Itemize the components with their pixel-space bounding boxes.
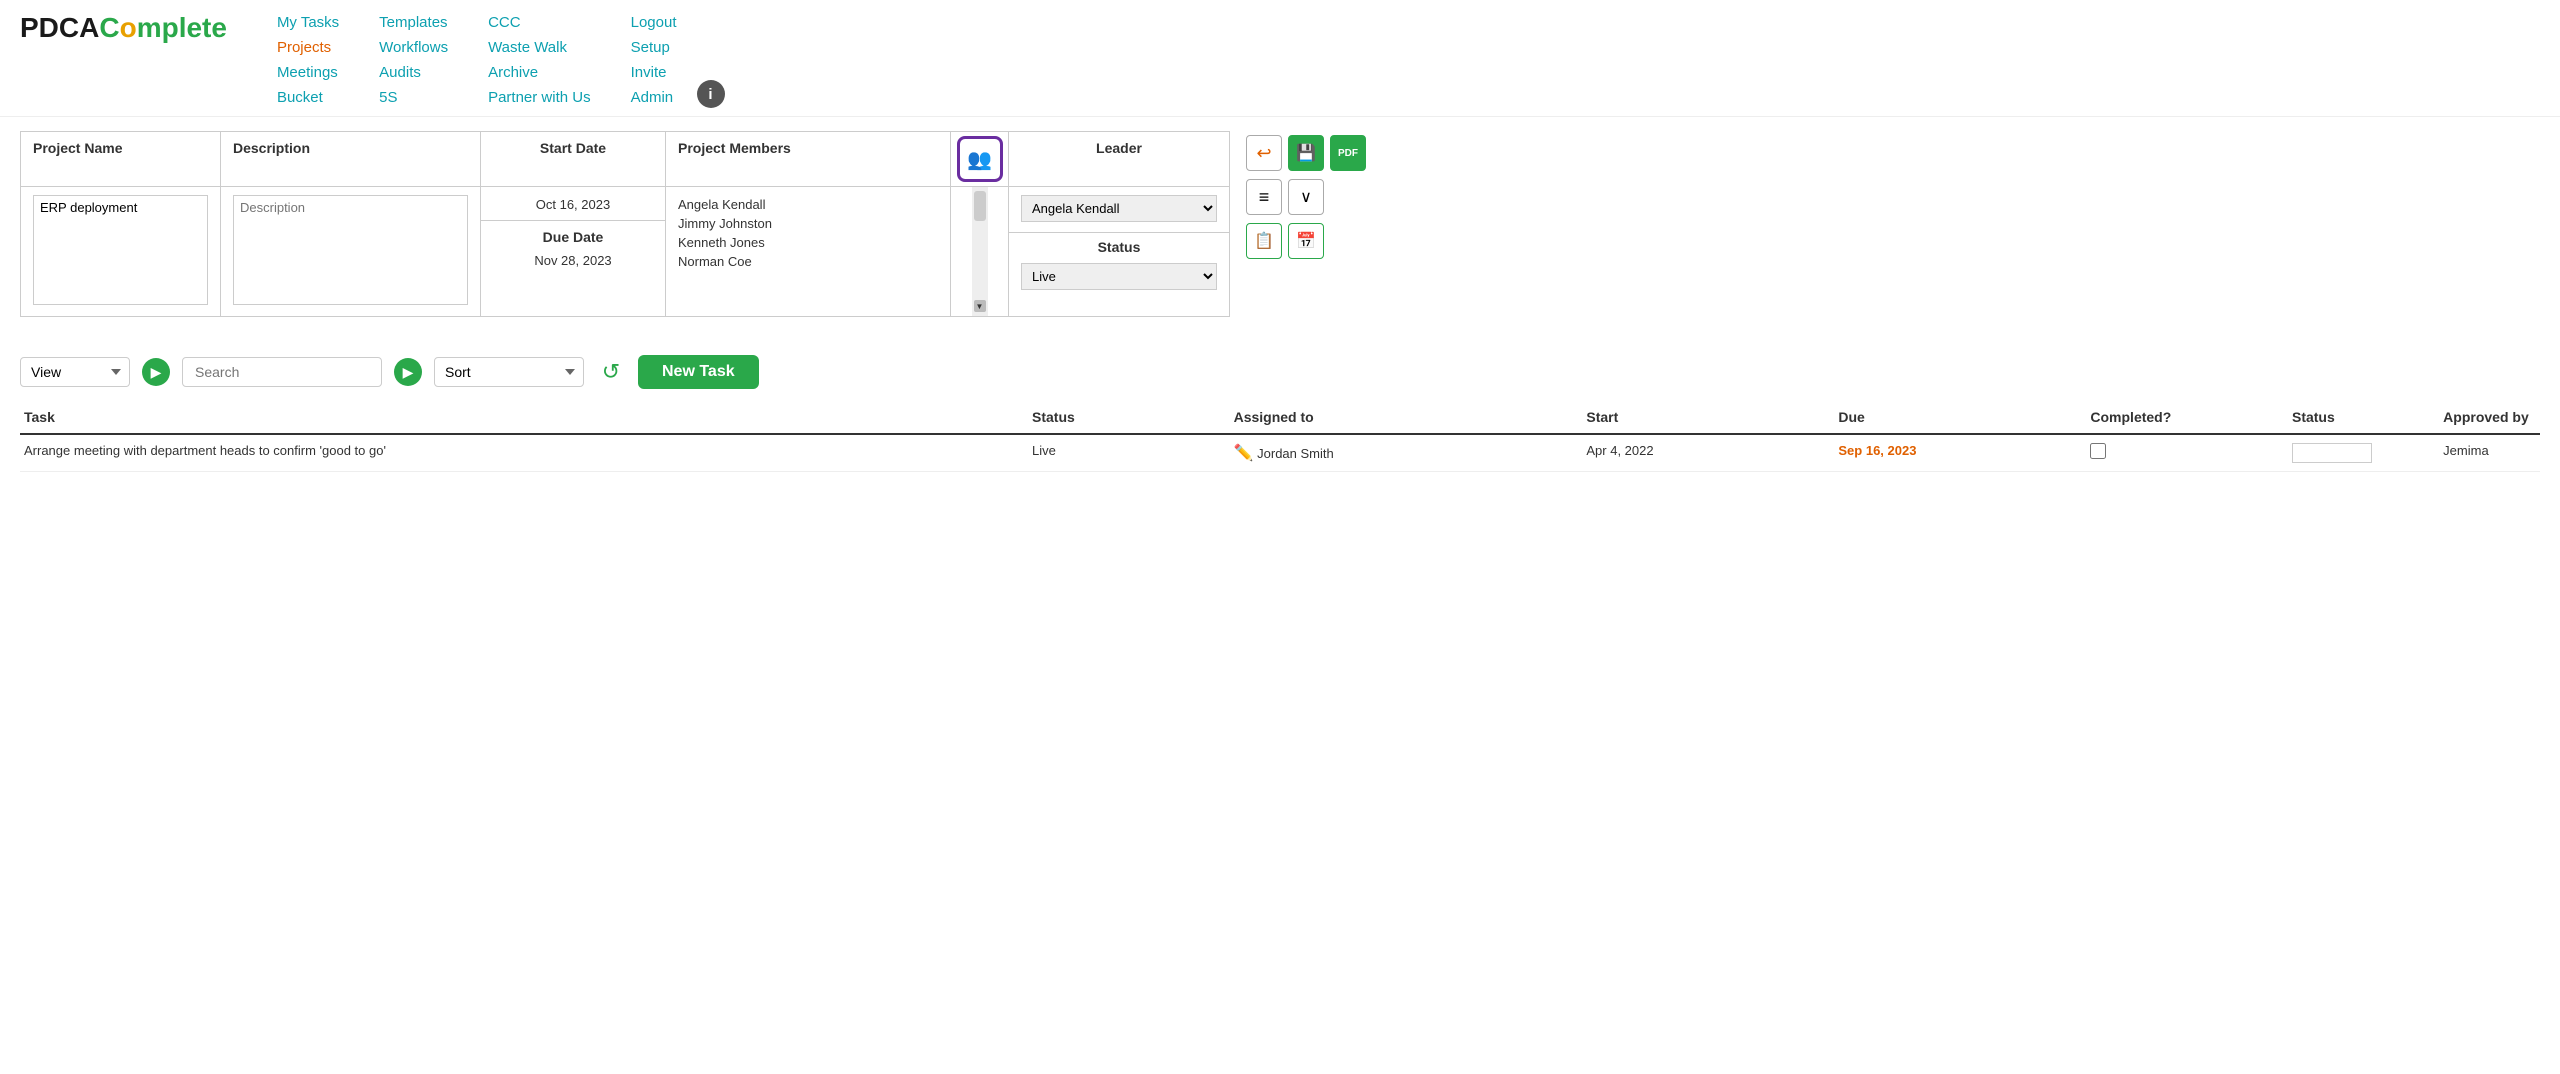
- status2-col-header: Status: [2288, 401, 2439, 434]
- task-table: Task Status Assigned to Start Due Comple…: [20, 401, 2540, 472]
- task-col-header: Task: [20, 401, 1028, 434]
- project-form: Project Name Description Start Date Proj…: [20, 131, 1230, 317]
- action-row-3: 📋 📅: [1246, 223, 1366, 259]
- task-due: Sep 16, 2023: [1834, 434, 2086, 472]
- member-item-3: Kenneth Jones: [678, 233, 938, 252]
- completed-checkbox[interactable]: [2090, 443, 2106, 459]
- approved-col-header: Approved by: [2439, 401, 2540, 434]
- back-button[interactable]: ↩: [1246, 135, 1282, 171]
- nav-bucket[interactable]: Bucket: [277, 87, 339, 108]
- start-col-header: Start: [1582, 401, 1834, 434]
- project-name-input[interactable]: ERP deployment: [33, 195, 208, 305]
- task-completed: [2086, 434, 2288, 472]
- task-status2: [2288, 434, 2439, 472]
- view-select[interactable]: View: [20, 357, 130, 387]
- description-cell: [221, 187, 481, 316]
- status-select-wrap: LiveOn HoldCompleteCancelled: [1009, 259, 1229, 294]
- nav-projects[interactable]: Projects: [277, 37, 339, 58]
- description-input[interactable]: [233, 195, 468, 305]
- nav-my-tasks[interactable]: My Tasks: [277, 12, 339, 33]
- task-status: Live: [1028, 434, 1230, 472]
- nav-meetings[interactable]: Meetings: [277, 62, 339, 83]
- member-item-2: Jimmy Johnston: [678, 214, 938, 233]
- due-date-value: Nov 28, 2023: [481, 249, 665, 278]
- menu-button[interactable]: ≡: [1246, 179, 1282, 215]
- info-icon[interactable]: i: [697, 80, 725, 108]
- start-date-value: Oct 16, 2023: [481, 187, 665, 220]
- status-select[interactable]: LiveOn HoldCompleteCancelled: [1021, 263, 1217, 290]
- description-header: Description: [221, 132, 481, 187]
- due-col-header: Due: [1834, 401, 2086, 434]
- save-button[interactable]: 💾: [1288, 135, 1324, 171]
- leader-status-cell: Angela KendallJimmy JohnstonKenneth Jone…: [1009, 187, 1229, 316]
- members-list: Angela Kendall Jimmy Johnston Kenneth Jo…: [666, 191, 950, 275]
- search-play-button[interactable]: ▶: [394, 358, 422, 386]
- pdf-button[interactable]: PDF: [1330, 135, 1366, 171]
- chevron-down-button[interactable]: ∨: [1288, 179, 1324, 215]
- task-start: Apr 4, 2022: [1582, 434, 1834, 472]
- header: PDCAComplete My Tasks Projects Meetings …: [0, 0, 2560, 117]
- status-label: Status: [1009, 232, 1229, 259]
- nav-templates[interactable]: Templates: [379, 12, 448, 33]
- nav-invite[interactable]: Invite: [631, 62, 677, 83]
- dates-cell: Oct 16, 2023 Due Date Nov 28, 2023: [481, 187, 666, 316]
- action-icons-panel: ↩ 💾 PDF ≡ ∨ 📋 📅: [1240, 131, 1366, 259]
- new-task-button[interactable]: New Task: [638, 355, 759, 389]
- members-icon-data-cell: ▼: [951, 187, 1009, 316]
- members-cell: Angela Kendall Jimmy Johnston Kenneth Jo…: [666, 187, 951, 316]
- member-item-4: Norman Coe: [678, 252, 938, 271]
- project-name-header: Project Name: [21, 132, 221, 187]
- logo-complete: Complete: [99, 12, 227, 43]
- task-controls: View ▶ ▶ Sort ↺ New Task: [0, 335, 2560, 401]
- task-name: Arrange meeting with department heads to…: [20, 434, 1028, 472]
- nav-admin[interactable]: Admin: [631, 87, 677, 108]
- member-item-1: Angela Kendall: [678, 195, 938, 214]
- nav-audits[interactable]: Audits: [379, 62, 448, 83]
- logo: PDCAComplete: [20, 12, 227, 44]
- project-name-cell: ERP deployment: [21, 187, 221, 316]
- nav-5s[interactable]: 5S: [379, 87, 448, 108]
- task-approved-by: Jemima: [2439, 434, 2540, 472]
- refresh-button[interactable]: ↺: [596, 357, 626, 387]
- task-assigned: ✏️ Jordan Smith: [1230, 434, 1583, 472]
- clipboard-button[interactable]: 📋: [1246, 223, 1282, 259]
- logo-o: o: [120, 12, 137, 43]
- project-section: Project Name Description Start Date Proj…: [0, 117, 2560, 317]
- start-date-header: Start Date: [481, 132, 666, 187]
- status-col-header: Status: [1028, 401, 1230, 434]
- leader-select-wrap: Angela KendallJimmy JohnstonKenneth Jone…: [1009, 191, 1229, 224]
- sort-select[interactable]: Sort: [434, 357, 584, 387]
- nav-workflows[interactable]: Workflows: [379, 37, 448, 58]
- nav-logout[interactable]: Logout: [631, 12, 677, 33]
- leader-header: Leader: [1009, 132, 1229, 187]
- action-row-2: ≡ ∨: [1246, 179, 1366, 215]
- leader-select[interactable]: Angela KendallJimmy JohnstonKenneth Jone…: [1021, 195, 1217, 222]
- task-table-section: Task Status Assigned to Start Due Comple…: [0, 401, 2560, 472]
- nav-setup[interactable]: Setup: [631, 37, 677, 58]
- nav-waste-walk[interactable]: Waste Walk: [488, 37, 591, 58]
- table-row: Arrange meeting with department heads to…: [20, 434, 2540, 472]
- edit-icon[interactable]: ✏️: [1234, 445, 1254, 462]
- assigned-name: Jordan Smith: [1257, 446, 1334, 461]
- status2-input[interactable]: [2292, 443, 2372, 463]
- nav-partner-with-us[interactable]: Partner with Us: [488, 87, 591, 108]
- nav-ccc[interactable]: CCC: [488, 12, 591, 33]
- due-date-label: Due Date: [481, 220, 665, 249]
- completed-col-header: Completed?: [2086, 401, 2288, 434]
- assigned-col-header: Assigned to: [1230, 401, 1583, 434]
- action-row-1: ↩ 💾 PDF: [1246, 135, 1366, 171]
- view-play-button[interactable]: ▶: [142, 358, 170, 386]
- nav-archive[interactable]: Archive: [488, 62, 591, 83]
- add-members-button[interactable]: 👥: [957, 136, 1003, 182]
- project-members-header: Project Members: [666, 132, 951, 187]
- calendar-button[interactable]: 📅: [1288, 223, 1324, 259]
- logo-pdca: PDCA: [20, 12, 99, 43]
- members-icon-col-header: 👥: [951, 132, 1009, 187]
- search-input[interactable]: [182, 357, 382, 387]
